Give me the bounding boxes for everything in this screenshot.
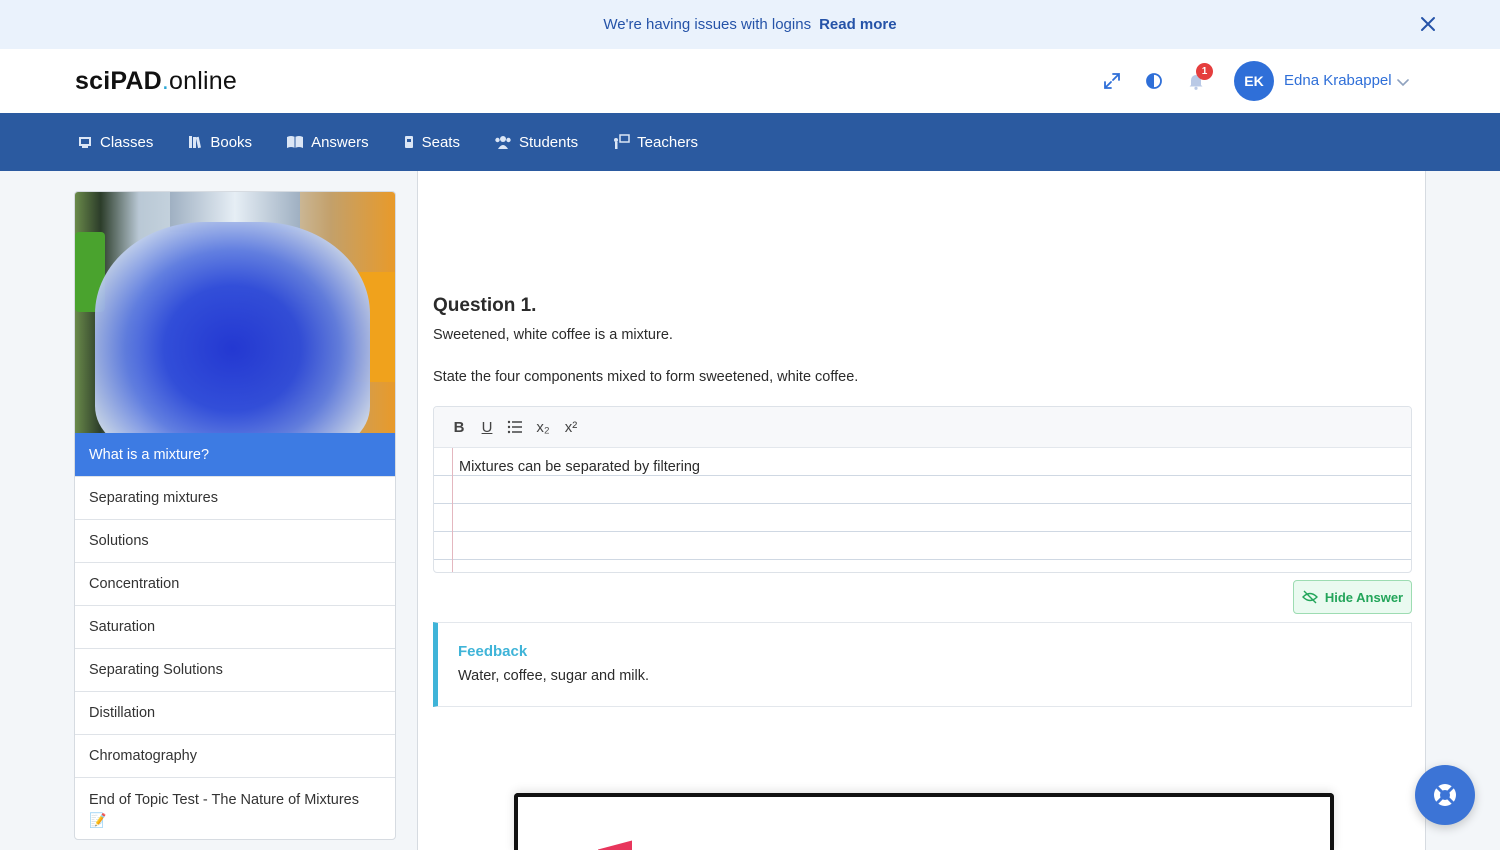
avatar[interactable]: EK	[1234, 61, 1274, 101]
lesson-item[interactable]: Chromatography	[75, 734, 395, 777]
answer-text: Mixtures can be separated by filtering	[459, 459, 700, 475]
main-content: Question 1. Sweetened, white coffee is a…	[417, 171, 1426, 850]
lesson-item[interactable]: Solutions	[75, 519, 395, 562]
nav-classes[interactable]: Classes	[77, 134, 153, 151]
eye-slash-icon	[1301, 590, 1318, 604]
feedback-panel: Feedback Water, coffee, sugar and milk.	[433, 622, 1412, 707]
nav-seats[interactable]: Seats	[403, 134, 460, 151]
subscript-button[interactable]: x₂	[532, 416, 554, 438]
nav-teachers[interactable]: Teachers	[612, 134, 698, 151]
list-icon	[507, 420, 522, 434]
teachers-icon	[614, 134, 630, 149]
nav-answers[interactable]: Answers	[286, 134, 369, 151]
feedback-title: Feedback	[458, 643, 528, 660]
user-name[interactable]: Edna Krabappel	[1284, 72, 1392, 89]
topic-image	[75, 192, 395, 433]
question-title: Question 1.	[433, 295, 537, 316]
lesson-item[interactable]: Separating Solutions	[75, 648, 395, 691]
nav-students[interactable]: Students	[494, 134, 578, 151]
editor-body[interactable]: Mixtures can be separated by filtering	[434, 448, 1411, 572]
top-bar: sciPAD.online 1 EK Edna Krabappel	[0, 49, 1500, 113]
seats-icon	[404, 136, 413, 148]
embedded-media-frame	[514, 793, 1334, 850]
bold-button[interactable]: B	[448, 416, 470, 438]
lesson-item[interactable]: Distillation	[75, 691, 395, 734]
superscript-button[interactable]: x²	[560, 416, 582, 438]
close-icon[interactable]	[1418, 14, 1438, 34]
lesson-item[interactable]: Concentration	[75, 562, 395, 605]
contrast-icon[interactable]	[1144, 71, 1164, 91]
chevron-down-icon[interactable]	[1396, 75, 1410, 89]
answers-icon	[287, 136, 304, 148]
logo[interactable]: sciPAD.online	[75, 67, 237, 96]
notification-badge: 1	[1196, 63, 1213, 80]
answer-editor[interactable]: B U x₂ x² Mixtures can be separated by f…	[433, 406, 1412, 573]
banner-message: We're having issues with logins	[603, 16, 812, 33]
books-icon	[189, 136, 202, 149]
hide-answer-button[interactable]: Hide Answer	[1293, 580, 1412, 614]
lesson-item-label: End of Topic Test - The Nature of Mixtur…	[89, 792, 359, 808]
fullscreen-icon[interactable]	[1102, 71, 1122, 91]
editor-toolbar: B U x₂ x²	[434, 407, 1411, 448]
lesson-item[interactable]: Saturation	[75, 605, 395, 648]
classes-icon	[79, 137, 91, 148]
main-nav: Classes Books Answers Seats Students Tea…	[0, 113, 1500, 171]
list-button[interactable]	[504, 416, 526, 438]
lifebuoy-icon	[1434, 784, 1456, 806]
question-text: Sweetened, white coffee is a mixture.	[433, 327, 673, 343]
banner-read-more-link[interactable]: Read more	[819, 16, 897, 33]
help-button[interactable]	[1415, 765, 1475, 825]
announcement-banner: We're having issues with logins Read mor…	[0, 0, 1500, 49]
lesson-item-test[interactable]: End of Topic Test - The Nature of Mixtur…	[75, 777, 395, 839]
underline-button[interactable]: U	[476, 416, 498, 438]
lesson-item[interactable]: What is a mixture?	[75, 433, 395, 476]
memo-icon: 📝	[89, 812, 107, 828]
nav-books[interactable]: Books	[187, 134, 252, 151]
lesson-sidebar: What is a mixture? Separating mixtures S…	[74, 191, 396, 840]
lesson-item[interactable]: Separating mixtures	[75, 476, 395, 519]
students-icon	[495, 136, 511, 149]
question-prompt: State the four components mixed to form …	[433, 369, 859, 385]
feedback-text: Water, coffee, sugar and milk.	[458, 668, 650, 684]
